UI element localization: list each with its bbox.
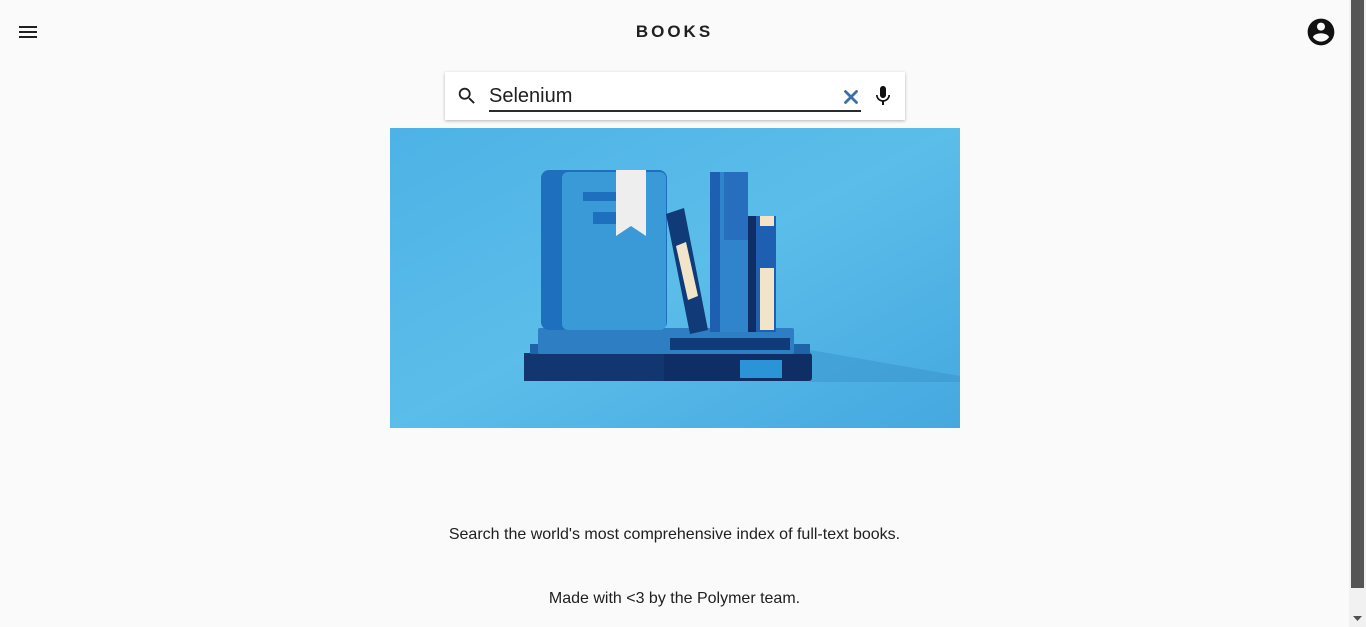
voice-search-button[interactable] [871,84,895,108]
search-box [445,72,905,120]
scroll-down-button[interactable] [1349,610,1366,627]
vertical-scrollbar[interactable] [1349,0,1366,627]
arrow-down-icon [1353,616,1362,621]
search-icon[interactable] [456,85,478,107]
account-circle-icon [1307,18,1335,46]
scrollbar-thumb[interactable] [1351,0,1364,588]
account-button[interactable] [1305,16,1337,48]
tagline: Search the world's most comprehensive in… [448,526,901,543]
close-icon [844,90,858,104]
microphone-icon [876,86,890,105]
app-title: BOOKS [635,22,714,41]
app-page: BOOKS Selenium Search the world's most c… [0,0,1349,627]
credits: Made with <3 by the Polymer team. [548,590,801,607]
search-input[interactable] [489,82,861,112]
clear-search-button[interactable] [839,86,863,108]
hero-image [390,128,960,428]
books-illustration [390,128,960,428]
